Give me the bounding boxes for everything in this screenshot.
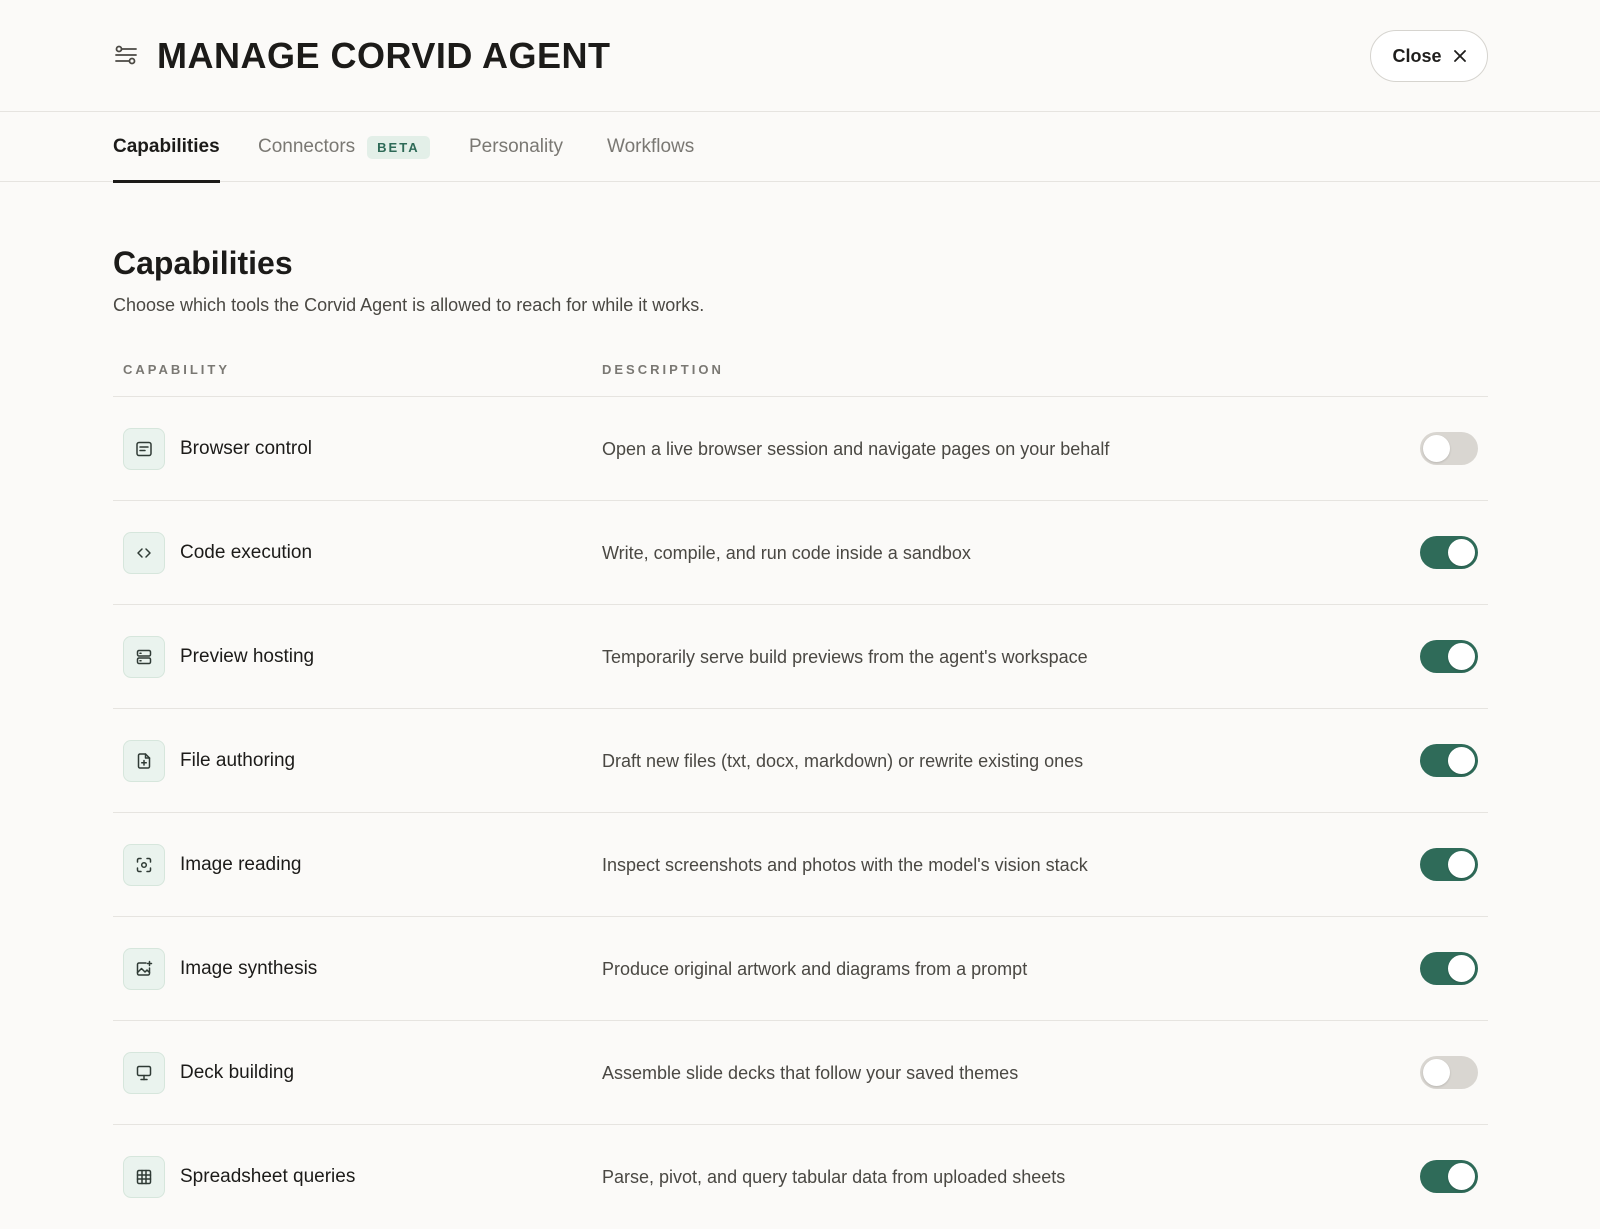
toggle-knob (1423, 1059, 1450, 1086)
section-description: Choose which tools the Corvid Agent is a… (113, 295, 705, 315)
capability-toggle[interactable] (1420, 1160, 1478, 1193)
tab-label: Workflows (607, 136, 695, 157)
toggle-knob (1448, 1163, 1475, 1190)
toggle-knob (1448, 539, 1475, 566)
capability-toggle[interactable] (1420, 432, 1478, 465)
browser-icon (123, 428, 165, 470)
capability-name: Preview hosting (180, 646, 315, 667)
capability-description: Temporarily serve build previews from th… (602, 647, 1088, 667)
page-title: MANAGE CORVID AGENT (157, 35, 611, 76)
table-row: Code execution Write, compile, and run c… (113, 501, 1488, 605)
header: MANAGE CORVID AGENT Close (0, 0, 1600, 112)
capability-name: Spreadsheet queries (180, 1166, 356, 1187)
table-row: Image synthesis Produce original artwork… (113, 917, 1488, 1021)
capability-description: Produce original artwork and diagrams fr… (602, 959, 1028, 979)
toggle-knob (1448, 955, 1475, 982)
image-plus-icon (123, 948, 165, 990)
tab-personality[interactable]: Personality (469, 112, 563, 182)
tab-capabilities[interactable]: Capabilities (113, 112, 220, 183)
section-title: Capabilities (113, 245, 293, 281)
server-icon (123, 636, 165, 678)
toggle-knob (1448, 747, 1475, 774)
tab-label: Capabilities (113, 136, 220, 157)
tab-connectors[interactable]: Connectors BETA (258, 112, 430, 182)
table-row: Deck building Assemble slide decks that … (113, 1021, 1488, 1125)
toggle-knob (1448, 643, 1475, 670)
presentation-icon (123, 1052, 165, 1094)
toggle-knob (1423, 435, 1450, 462)
tab-bar: Capabilities Connectors BETA Personality… (0, 112, 1600, 183)
close-icon (1453, 50, 1466, 62)
capability-toggle[interactable] (1420, 848, 1478, 881)
capability-description: Inspect screenshots and photos with the … (602, 855, 1088, 875)
tab-label: Personality (469, 136, 563, 157)
capability-name: Browser control (180, 438, 312, 459)
file-plus-icon (123, 740, 165, 782)
table-row: File authoring Draft new files (txt, doc… (113, 709, 1488, 813)
scan-icon (123, 844, 165, 886)
column-header-capability: CAPABILITY (123, 362, 231, 377)
capability-name: File authoring (180, 750, 296, 771)
tab-workflows[interactable]: Workflows (607, 112, 694, 182)
capability-description: Parse, pivot, and query tabular data fro… (602, 1167, 1066, 1187)
capability-name: Image synthesis (180, 958, 318, 979)
close-button[interactable]: Close (1370, 30, 1488, 82)
capability-description: Write, compile, and run code inside a sa… (602, 543, 971, 563)
capability-name: Image reading (180, 854, 302, 875)
capability-toggle[interactable] (1420, 536, 1478, 569)
capability-description: Assemble slide decks that follow your sa… (602, 1063, 1019, 1083)
table-row: Preview hosting Temporarily serve build … (113, 605, 1488, 709)
capability-toggle[interactable] (1420, 1056, 1478, 1089)
table-icon (123, 1156, 165, 1198)
capability-toggle[interactable] (1420, 952, 1478, 985)
capability-toggle[interactable] (1420, 744, 1478, 777)
beta-badge: BETA (367, 135, 430, 159)
capability-description: Draft new files (txt, docx, markdown) or… (602, 751, 1084, 771)
code-icon (123, 532, 165, 574)
capability-name: Code execution (180, 542, 313, 563)
tab-label: Connectors (258, 136, 356, 157)
toggle-knob (1448, 851, 1475, 878)
table-row: Spreadsheet queries Parse, pivot, and qu… (113, 1125, 1488, 1229)
capability-name: Deck building (180, 1062, 295, 1083)
settings-sliders-icon (115, 45, 137, 65)
capability-toggle[interactable] (1420, 640, 1478, 673)
table-row: Browser control Open a live browser sess… (113, 397, 1488, 501)
close-button-label: Close (1392, 45, 1442, 66)
capability-description: Open a live browser session and navigate… (602, 439, 1110, 459)
column-header-description: DESCRIPTION (602, 362, 724, 377)
table-row: Image reading Inspect screenshots and ph… (113, 813, 1488, 917)
